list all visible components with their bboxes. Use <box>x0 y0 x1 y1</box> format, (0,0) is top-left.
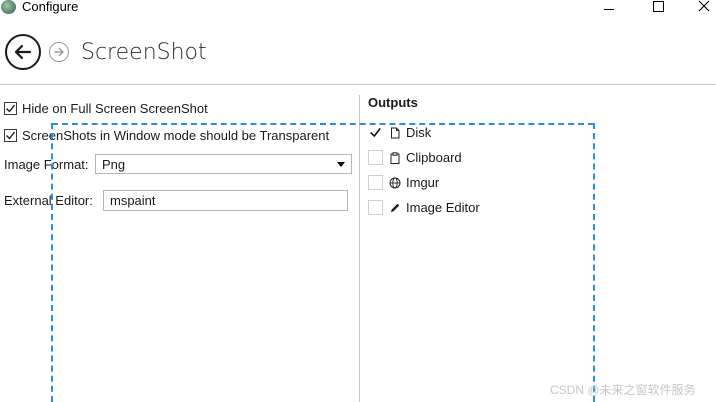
arrow-right-icon <box>54 47 64 57</box>
file-icon <box>389 127 401 139</box>
forward-button[interactable] <box>49 42 69 62</box>
maximize-button[interactable] <box>643 0 673 16</box>
transparent-window-checkbox[interactable] <box>4 129 17 142</box>
hide-fullscreen-option[interactable]: Hide on Full Screen ScreenShot <box>4 101 208 116</box>
checkmark-icon <box>6 131 16 140</box>
checkmark-icon <box>370 127 381 138</box>
header-divider <box>0 84 716 85</box>
window-title: Configure <box>22 0 79 14</box>
hide-fullscreen-label: Hide on Full Screen ScreenShot <box>22 101 208 116</box>
checkmark-icon <box>6 104 16 113</box>
image-format-value: Png <box>102 156 126 172</box>
output-label-clipboard: Clipboard <box>406 150 462 165</box>
minimize-icon <box>604 8 614 10</box>
outputs-heading: Outputs <box>368 95 418 110</box>
external-editor-value: mspaint <box>110 193 156 208</box>
output-label-imgur: Imgur <box>406 175 440 190</box>
app-icon <box>1 0 16 14</box>
maximize-icon <box>652 0 664 12</box>
external-editor-label: External Editor: <box>4 193 93 208</box>
page-title: ScreenShot <box>81 40 207 65</box>
selection-border-top <box>52 123 594 125</box>
hide-fullscreen-checkbox[interactable] <box>4 102 17 115</box>
panel-divider <box>359 95 360 402</box>
clipboard-icon <box>389 151 401 164</box>
output-item-disk[interactable]: Disk <box>368 125 431 140</box>
output-checkbox-clipboard[interactable] <box>368 150 383 165</box>
page-header: ScreenShot <box>0 28 716 84</box>
output-checkbox-imgur[interactable] <box>368 175 383 190</box>
back-button[interactable] <box>5 34 41 70</box>
chevron-down-icon <box>337 162 345 167</box>
arrow-left-icon <box>14 44 32 60</box>
output-item-imgur[interactable]: Imgur <box>368 175 439 190</box>
minimize-button[interactable] <box>594 0 624 16</box>
pencil-icon <box>389 202 401 214</box>
close-button[interactable] <box>689 0 716 16</box>
external-editor-input[interactable]: mspaint <box>103 190 348 211</box>
output-label-disk: Disk <box>406 125 432 140</box>
output-checkbox-disk[interactable] <box>368 125 383 140</box>
output-label-image-editor: Image Editor <box>406 200 480 215</box>
output-item-clipboard[interactable]: Clipboard <box>368 150 462 165</box>
image-format-select[interactable]: Png <box>95 154 352 174</box>
transparent-window-label: ScreenShots in Window mode should be Tra… <box>22 128 330 143</box>
image-format-label: Image Format: <box>4 157 89 172</box>
close-icon <box>698 0 710 12</box>
globe-icon <box>389 177 401 189</box>
selection-border-left <box>51 123 53 402</box>
title-bar: Configure <box>0 0 716 16</box>
selection-border-right <box>593 123 595 402</box>
output-checkbox-image-editor[interactable] <box>368 200 383 215</box>
watermark-text: CSDN @未来之窗软件服务 <box>550 383 696 397</box>
output-item-image-editor[interactable]: Image Editor <box>368 200 480 215</box>
